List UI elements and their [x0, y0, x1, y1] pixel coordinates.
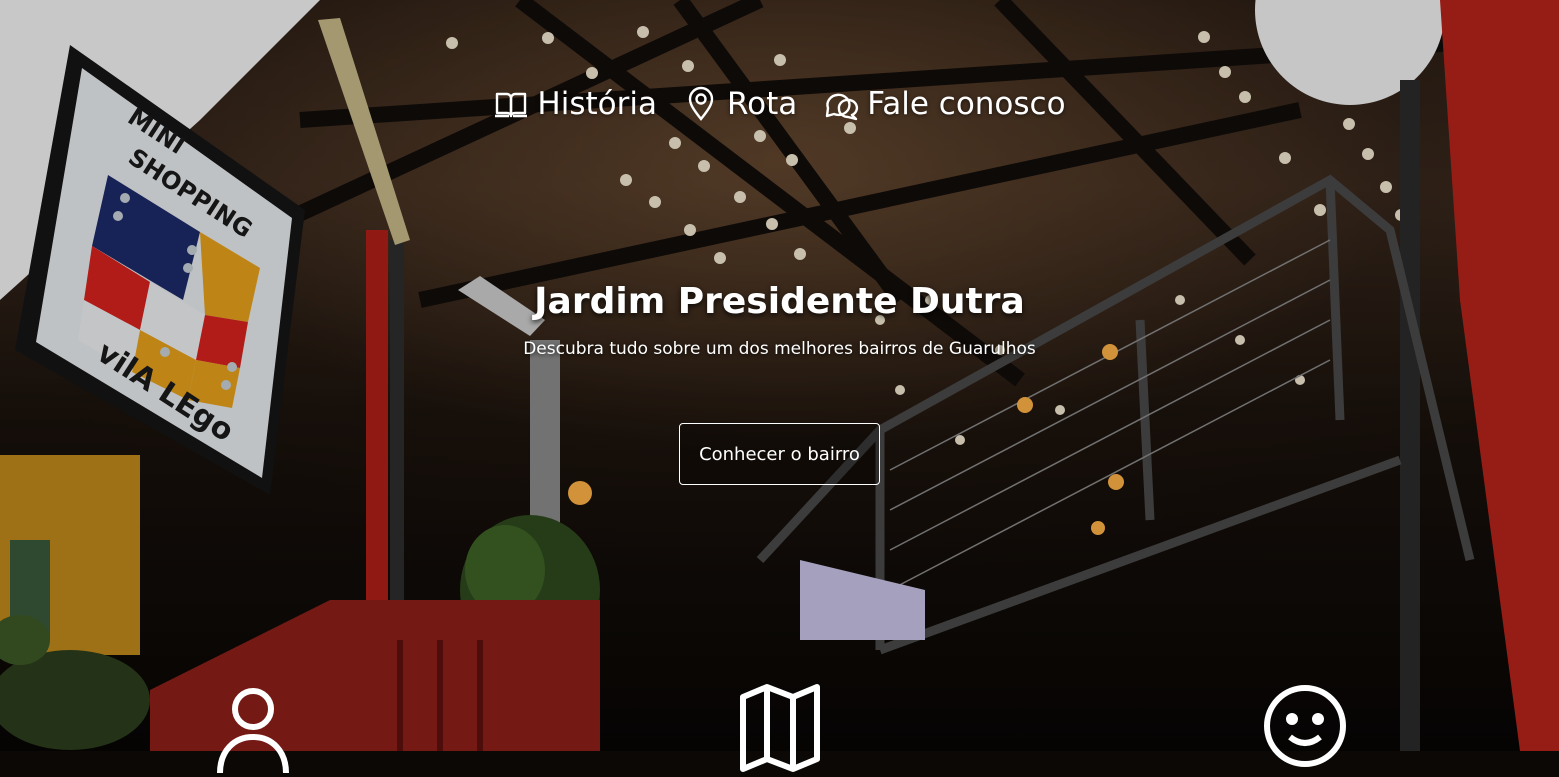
- book-icon: [493, 86, 529, 122]
- map-icon: [735, 683, 825, 773]
- chat-bubbles-icon: [823, 86, 859, 122]
- nav-link-historia[interactable]: História: [493, 86, 657, 122]
- nav-link-label: História: [537, 86, 657, 122]
- nav-link-fale-conosco[interactable]: Fale conosco: [823, 86, 1066, 122]
- person-icon: [208, 683, 298, 774]
- nav-link-label: Fale conosco: [867, 86, 1066, 122]
- nav-link-label: Rota: [726, 86, 798, 122]
- conhecer-bairro-button[interactable]: Conhecer o bairro: [679, 423, 880, 485]
- map-pin-icon: [683, 86, 719, 122]
- page-subtitle: Descubra tudo sobre um dos melhores bair…: [523, 339, 1036, 359]
- nav-link-rota[interactable]: Rota: [683, 86, 797, 122]
- page-title: Jardim Presidente Dutra: [534, 281, 1025, 322]
- top-navigation: História Rota Fale conosco: [0, 86, 1559, 122]
- smile-face-icon: [1260, 681, 1350, 771]
